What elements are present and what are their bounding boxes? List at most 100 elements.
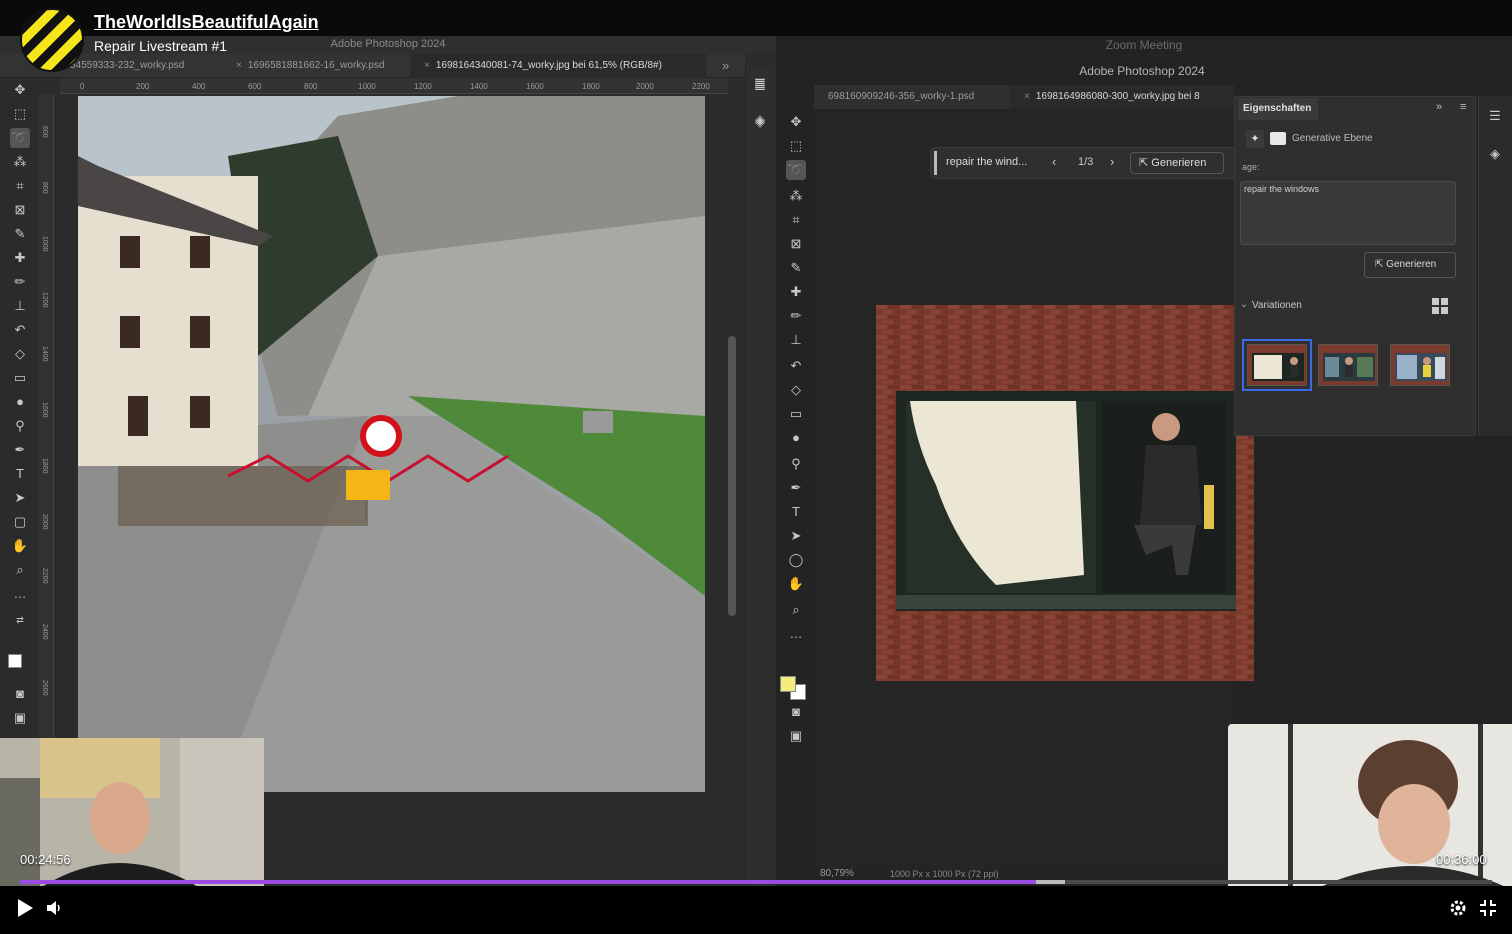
type-tool-icon[interactable]: T [786, 502, 806, 522]
ps-left-scrollbar[interactable] [728, 336, 736, 616]
webcam-guest: 00:36:00 [1228, 724, 1512, 888]
adjustments-icon[interactable]: ☰ [750, 74, 770, 94]
path-select-icon[interactable]: ➤ [786, 526, 806, 546]
quick-mask-icon[interactable]: ◙ [786, 702, 806, 722]
type-tool-icon[interactable]: T [10, 464, 30, 484]
history-brush-icon[interactable]: ↶ [786, 356, 806, 376]
gradient-icon[interactable]: ▭ [10, 368, 30, 388]
pen-tool-icon[interactable]: ✒ [10, 440, 30, 460]
more-tools-icon[interactable]: … [10, 584, 30, 604]
foreground-color-swatch[interactable] [8, 654, 22, 668]
stamp-tool-icon[interactable]: ⊥ [10, 296, 30, 316]
more-tools-icon[interactable]: … [786, 624, 806, 644]
canvas-image-window-repair[interactable] [876, 305, 1254, 681]
eyedropper-icon[interactable]: ✎ [786, 258, 806, 278]
gradient-icon[interactable]: ▭ [786, 404, 806, 424]
stamp-tool-icon[interactable]: ⊥ [786, 330, 806, 350]
healing-brush-icon[interactable]: ✚ [10, 248, 30, 268]
previous-variation-icon[interactable]: ‹ [1052, 154, 1056, 169]
swap-colors-icon[interactable]: ⇄ [10, 610, 30, 630]
grid-view-icon[interactable] [1432, 298, 1448, 314]
marquee-tool-icon[interactable]: ⬚ [786, 136, 806, 156]
prompt-label: age: [1242, 162, 1260, 172]
eyedropper-icon[interactable]: ✎ [10, 224, 30, 244]
marquee-tool-icon[interactable]: ⬚ [10, 104, 30, 124]
layer-mask-icon [1270, 132, 1286, 145]
hand-tool-icon[interactable]: ✋ [786, 574, 806, 594]
dodge-icon[interactable]: ⚲ [786, 454, 806, 474]
rectangle-tool-icon[interactable]: ▢ [10, 512, 30, 532]
move-tool-icon[interactable]: ✥ [10, 80, 30, 100]
hand-tool-icon[interactable]: ✋ [10, 536, 30, 556]
move-tool-icon[interactable]: ✥ [786, 112, 806, 132]
frame-tool-icon[interactable]: ⊠ [786, 234, 806, 254]
crop-tool-icon[interactable]: ⌗ [786, 210, 806, 230]
ps-left-tab-active[interactable]: × 1698164340081-74_worky.jpg bei 61,5% (R… [410, 54, 706, 78]
properties-tab[interactable]: Eigenschaften [1238, 98, 1318, 120]
zoom-tool-icon[interactable]: ⌕ [10, 560, 30, 580]
eraser-icon[interactable]: ◇ [10, 344, 30, 364]
history-brush-icon[interactable]: ↶ [10, 320, 30, 340]
play-icon[interactable] [16, 898, 34, 918]
brush-tool-icon[interactable]: ✏ [786, 306, 806, 326]
eraser-icon[interactable]: ◇ [786, 380, 806, 400]
close-icon[interactable]: × [1024, 91, 1030, 102]
zoom-tool-icon[interactable]: ⌕ [786, 600, 806, 620]
generate-label: Generieren [1386, 259, 1437, 270]
fullscreen-exit-icon[interactable] [1478, 898, 1498, 918]
lasso-tool-icon[interactable]: ➰ [10, 128, 30, 148]
prompt-input[interactable]: repair the wind... [946, 156, 1027, 168]
blur-icon[interactable]: ● [786, 428, 806, 448]
ruler-vertical: 600 800 1000 1200 1400 1600 1800 2000 22… [38, 94, 54, 834]
adjustments-icon[interactable]: ☰ [1485, 106, 1505, 126]
close-icon[interactable]: × [424, 60, 430, 71]
volume-icon[interactable] [44, 898, 64, 918]
ruler-label: 2200 [692, 82, 710, 91]
quick-mask-icon[interactable]: ◙ [10, 684, 30, 704]
ruler-label: 2600 [41, 680, 48, 696]
ps-right-side-icons: ☰ ◈ [746, 70, 774, 170]
blur-icon[interactable]: ● [10, 392, 30, 412]
panel-menu-icon[interactable]: ≡ [1460, 101, 1466, 113]
healing-brush-icon[interactable]: ✚ [786, 282, 806, 302]
channel-logo[interactable] [20, 8, 84, 72]
path-select-icon[interactable]: ➤ [10, 488, 30, 508]
generate-button[interactable]: ⇱ Generieren [1130, 152, 1224, 174]
ps-right-panel-strip: ☰ ◈ [1478, 96, 1512, 436]
lasso-tool-icon[interactable]: ➰ [786, 160, 806, 180]
ps-right-tab-active[interactable]: × 1698164986080-300_worky.jpg bei 8 [1010, 85, 1234, 109]
ps-left-toolbar: ✥ ⬚ ➰ ⁂ ⌗ ⊠ ✎ ✚ ✏ ⊥ ↶ ◇ ▭ ● ⚲ ✒ T ➤ ▢ ✋ … [4, 80, 34, 725]
close-icon[interactable]: × [236, 60, 242, 71]
magic-wand-icon[interactable]: ⁂ [10, 152, 30, 172]
next-variation-icon[interactable]: › [1110, 154, 1114, 169]
layers-icon[interactable]: ◈ [1485, 144, 1505, 164]
channel-name[interactable]: TheWorldIsBeautifulAgain [94, 12, 319, 33]
ruler-label: 1600 [526, 82, 544, 91]
crop-tool-icon[interactable]: ⌗ [10, 176, 30, 196]
chevron-down-icon[interactable]: ⌄ [1240, 299, 1248, 310]
screen-mode-icon[interactable]: ▣ [786, 726, 806, 746]
more-tabs-icon[interactable]: » [712, 54, 729, 78]
variation-thumbnail[interactable] [1390, 344, 1450, 386]
dodge-icon[interactable]: ⚲ [10, 416, 30, 436]
webcam-host: 00:24:56 [0, 738, 264, 888]
ellipse-tool-icon[interactable]: ◯ [786, 550, 806, 570]
ps-right-app-title: Adobe Photoshop 2024 [1079, 64, 1205, 78]
screen-mode-icon[interactable]: ▣ [10, 708, 30, 728]
drag-handle[interactable] [934, 151, 937, 175]
brush-tool-icon[interactable]: ✏ [10, 272, 30, 292]
ps-right-tab[interactable]: 698160909246-356_worky-1.psd [814, 85, 974, 109]
quick-select-icon[interactable]: ⁂ [786, 186, 806, 206]
variation-thumbnail[interactable] [1242, 339, 1312, 391]
frame-tool-icon[interactable]: ⊠ [10, 200, 30, 220]
progress-buffered [1036, 880, 1065, 884]
layers-icon[interactable]: ◈ [750, 110, 770, 130]
variation-thumbnail[interactable] [1318, 344, 1378, 386]
gear-icon[interactable] [1448, 898, 1468, 918]
foreground-color-swatch[interactable] [780, 676, 796, 692]
canvas-image-landslide[interactable] [78, 96, 705, 792]
pen-tool-icon[interactable]: ✒ [786, 478, 806, 498]
ps-left-tab[interactable]: × 1696581881662-16_worky.psd [222, 54, 384, 78]
generate-button[interactable]: ⇱ Generieren [1364, 252, 1456, 278]
collapse-panel-icon[interactable]: » [1436, 101, 1442, 113]
